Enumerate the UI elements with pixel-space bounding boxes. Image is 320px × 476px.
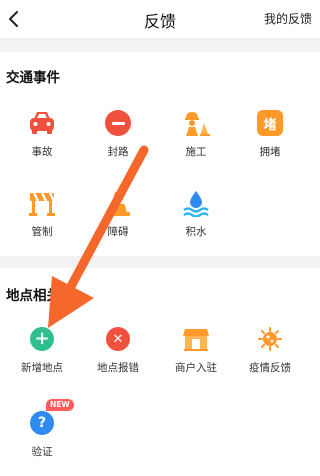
item-merchant[interactable]: 商户入驻 <box>158 324 234 375</box>
item-label: 事故 <box>31 146 53 158</box>
item-control[interactable]: 管制 <box>4 188 80 239</box>
virus-icon <box>255 324 285 354</box>
traffic-events-section: 交通事件 事故 封路 施工 堵 拥堵 管制 障碍 积水 <box>0 52 320 256</box>
item-epidemic[interactable]: 疫情反馈 <box>232 324 308 375</box>
item-label: 管制 <box>31 226 53 238</box>
item-label: 验证 <box>31 446 53 458</box>
item-waterlogging[interactable]: 积水 <box>158 188 234 239</box>
question-icon: ? NEW <box>27 399 74 438</box>
store-icon <box>181 324 211 354</box>
item-label: 地点报错 <box>97 362 139 374</box>
item-label: 封路 <box>107 146 129 158</box>
construction-worker-icon <box>181 108 211 138</box>
traffic-jam-icon: 堵 <box>255 108 285 138</box>
section-title-traffic: 交通事件 <box>6 70 60 86</box>
add-location-icon: + <box>27 324 57 354</box>
new-badge: NEW <box>46 399 74 411</box>
my-feedback-link[interactable]: 我的反馈 <box>264 10 312 27</box>
item-label: 积水 <box>185 226 207 238</box>
barrier-icon <box>27 188 57 218</box>
item-label: 施工 <box>185 146 207 158</box>
item-accident[interactable]: 事故 <box>4 108 80 159</box>
traffic-cone-icon <box>103 188 133 218</box>
place-related-section: 地点相关 + 新增地点 ✕ 地点报错 商户入驻 疫情反馈 ? NEW 验证 <box>0 268 320 476</box>
location-error-icon: ✕ <box>103 324 133 354</box>
item-location-error[interactable]: ✕ 地点报错 <box>80 324 156 375</box>
water-drop-icon <box>181 188 211 218</box>
top-bar: 反馈 我的反馈 <box>0 0 320 38</box>
item-obstacle[interactable]: 障碍 <box>80 188 156 239</box>
item-label: 疫情反馈 <box>249 362 291 374</box>
item-add-location[interactable]: + 新增地点 <box>4 324 80 375</box>
section-title-place: 地点相关 <box>6 288 60 304</box>
item-construction[interactable]: 施工 <box>158 108 234 159</box>
road-closed-icon <box>103 108 133 138</box>
item-label: 新增地点 <box>21 362 63 374</box>
item-road-closed[interactable]: 封路 <box>80 108 156 159</box>
item-label: 拥堵 <box>259 146 281 158</box>
item-label: 商户入驻 <box>175 362 217 374</box>
car-accident-icon <box>27 108 57 138</box>
item-label: 障碍 <box>107 226 129 238</box>
item-verify[interactable]: ? NEW 验证 <box>4 399 80 459</box>
item-traffic-jam[interactable]: 堵 拥堵 <box>232 108 308 159</box>
